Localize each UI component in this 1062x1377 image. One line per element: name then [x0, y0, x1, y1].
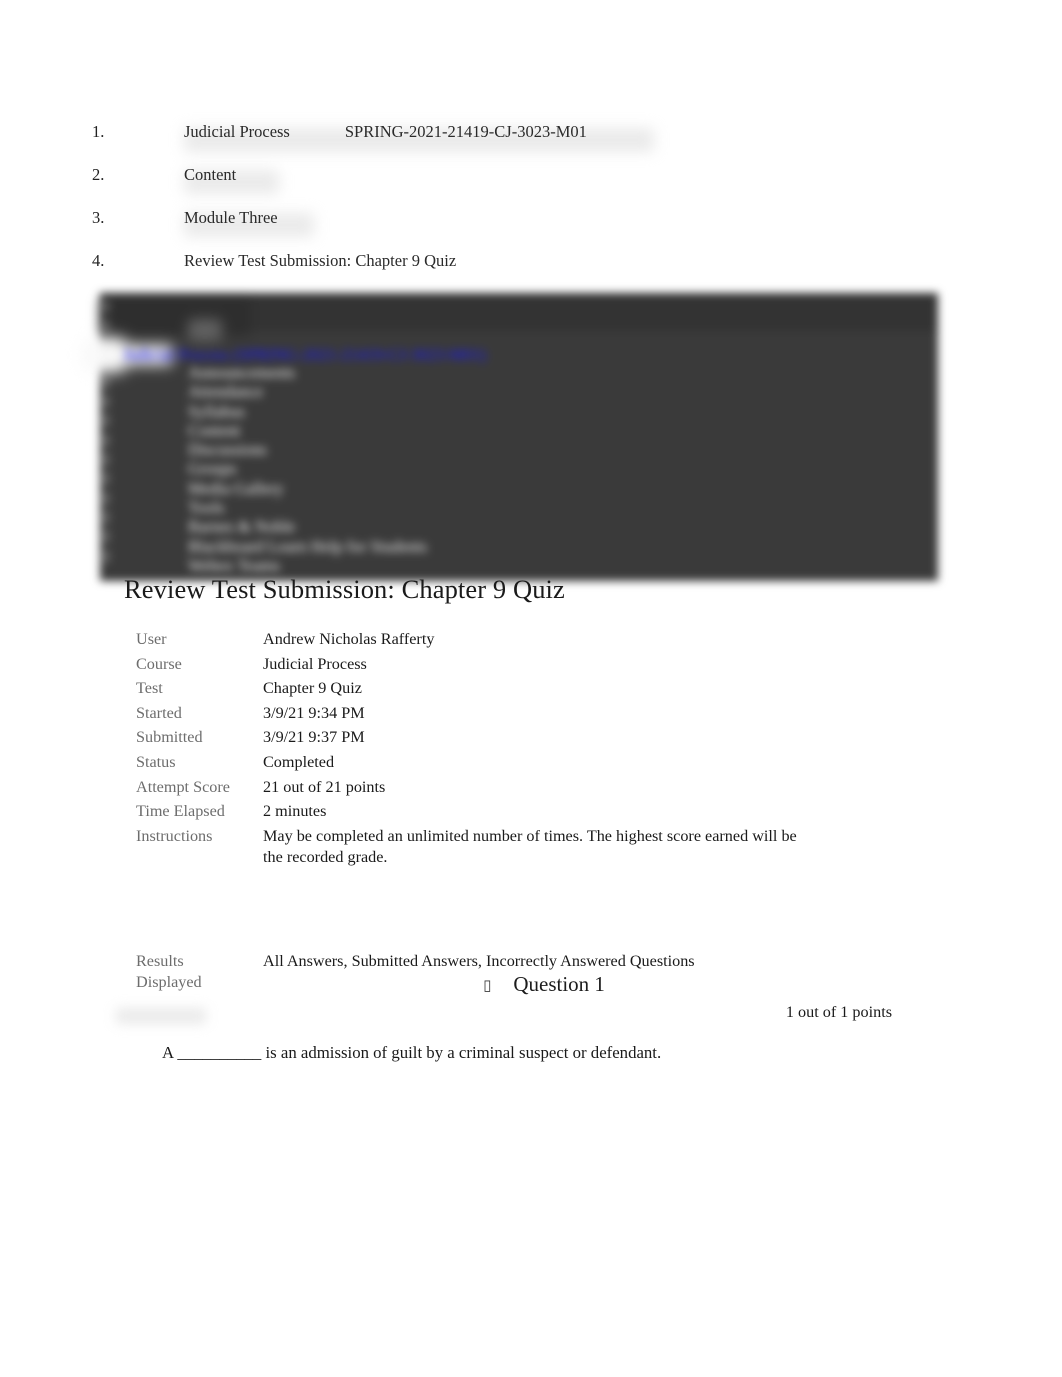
- breadcrumb-label[interactable]: Judicial Process: [184, 122, 290, 143]
- course-menu-list: Announcements Attendance Syllabus Conten…: [188, 363, 427, 575]
- missing-glyph-icon: ▯: [102, 345, 110, 362]
- breadcrumb-item[interactable]: 3. Module Three: [92, 208, 792, 251]
- nav-item-syllabus[interactable]: Syllabus: [188, 402, 427, 421]
- breadcrumb-course-code: SPRING-2021-21419-CJ-3023-M01: [344, 122, 587, 141]
- breadcrumb-number: 4.: [92, 251, 105, 270]
- detail-row-time-elapsed: Time Elapsed 2 minutes: [136, 801, 926, 822]
- detail-label: User: [136, 630, 167, 648]
- nav-item-tools[interactable]: Tools: [188, 498, 427, 517]
- missing-glyph-icon: ▯: [102, 508, 110, 525]
- course-logo-icon: [188, 319, 222, 341]
- breadcrumb-label[interactable]: Review Test Submission: Chapter 9 Quiz: [184, 251, 456, 272]
- detail-value: Judicial Process: [263, 654, 367, 673]
- breadcrumb-body: Content: [184, 165, 279, 194]
- detail-value: Chapter 9 Quiz: [263, 679, 362, 698]
- nav-item-webex-teams[interactable]: Webex Teams: [188, 556, 427, 575]
- detail-value: Andrew Nicholas Rafferty: [263, 630, 435, 648]
- detail-row-instructions: Instructions May be completed an unlimit…: [136, 826, 926, 868]
- detail-label: Time Elapsed: [136, 802, 225, 821]
- breadcrumb-number: 3.: [92, 208, 105, 227]
- nav-item-media-gallery[interactable]: Media Gallery: [188, 479, 427, 498]
- breadcrumb-item[interactable]: 4. Review Test Submission: Chapter 9 Qui…: [92, 251, 792, 294]
- detail-label: Started: [136, 703, 182, 722]
- instructions-text: May be completed an unlimited number of …: [263, 826, 797, 866]
- course-menu-panel[interactable]: ▯ ▯ ▯ ▯ ▯ ▯ ▯ ▯ ▯ ▯ ▯ ▯ ▯ Judicial Proce…: [84, 293, 938, 581]
- breadcrumb: 1. Judicial Process SPRING-2021-21419-CJ…: [92, 122, 792, 294]
- blur-smudge: [116, 1008, 206, 1024]
- nav-item-barnes-and-noble[interactable]: Barnes & Noble: [188, 517, 427, 536]
- nav-item-blackboard-help[interactable]: Blackboard Learn Help for Students: [188, 537, 427, 556]
- breadcrumb-body: Module Three: [184, 208, 314, 237]
- detail-label: Results: [136, 951, 184, 970]
- detail-value: 3/9/21 9:34 PM: [263, 703, 365, 722]
- detail-row-course: Course Judicial Process: [136, 654, 926, 675]
- nav-header-blob: [100, 299, 250, 335]
- missing-glyph-icon: ▯: [102, 393, 110, 410]
- breadcrumb-number: 2.: [92, 165, 105, 184]
- missing-glyph-icon: ▯: [102, 528, 110, 545]
- missing-glyph-icon: ▯: [102, 547, 110, 564]
- detail-row-test: Test Chapter 9 Quiz: [136, 678, 926, 699]
- detail-label: Instructions: [136, 826, 213, 845]
- question-status-icon: ▯: [483, 976, 492, 994]
- missing-glyph-icon: ▯: [102, 412, 110, 429]
- breadcrumb-number: 1.: [92, 122, 105, 141]
- missing-glyph-icon: ▯: [102, 317, 110, 334]
- breadcrumb-body: Judicial Process SPRING-2021-21419-CJ-30…: [184, 122, 654, 152]
- question-text: A __________ is an admission of guilt by…: [162, 1043, 662, 1062]
- page-title: Review Test Submission: Chapter 9 Quiz: [124, 574, 565, 604]
- question-block: ▯ Question 1 1 out of 1 points A ________…: [116, 972, 926, 1063]
- detail-row-user: User Andrew Nicholas Rafferty: [136, 629, 926, 650]
- breadcrumb-body: Review Test Submission: Chapter 9 Quiz: [184, 251, 456, 272]
- detail-row-attempt-score: Attempt Score 21 out of 21 points: [136, 777, 926, 798]
- course-home-link[interactable]: Judicial Process (SPRING-2021-21419-CJ-3…: [123, 345, 486, 365]
- nav-item-discussions[interactable]: Discussions: [188, 440, 427, 459]
- detail-row-status: Status Completed: [136, 752, 926, 773]
- nav-item-attendance[interactable]: Attendance: [188, 382, 427, 401]
- detail-label: Test: [136, 679, 163, 698]
- missing-glyph-icon: ▯: [102, 451, 110, 468]
- submission-details-table: User Andrew Nicholas Rafferty Course Jud…: [136, 629, 926, 996]
- missing-glyph-icon: ▯: [102, 431, 110, 448]
- nav-item-groups[interactable]: Groups: [188, 459, 427, 478]
- breadcrumb-item[interactable]: 2. Content: [92, 165, 792, 208]
- question-heading-label: Question 1: [513, 972, 605, 996]
- status-badge: Completed: [263, 752, 335, 771]
- nav-item-content[interactable]: Content: [188, 421, 427, 440]
- detail-label: Course: [136, 654, 182, 673]
- detail-value: 21 out of 21 points: [263, 777, 386, 796]
- breadcrumb-label[interactable]: Content: [184, 165, 236, 186]
- detail-label: Submitted: [136, 728, 203, 747]
- detail-row-started: Started 3/9/21 9:34 PM: [136, 703, 926, 724]
- nav-glyph-column: ▯ ▯ ▯ ▯ ▯ ▯ ▯ ▯ ▯ ▯ ▯ ▯ ▯: [94, 297, 118, 566]
- detail-label: Status: [136, 752, 176, 771]
- missing-glyph-icon: ▯: [102, 470, 110, 487]
- results-displayed-value: All Answers, Submitted Answers, Incorrec…: [263, 951, 695, 970]
- missing-glyph-icon: ▯: [102, 373, 110, 390]
- question-heading: ▯ Question 1: [136, 972, 926, 997]
- question-points: 1 out of 1 points: [785, 1003, 892, 1021]
- detail-row-submitted: Submitted 3/9/21 9:37 PM: [136, 727, 926, 748]
- nav-item-announcements[interactable]: Announcements: [188, 363, 427, 382]
- breadcrumb-item[interactable]: 1. Judicial Process SPRING-2021-21419-CJ…: [92, 122, 792, 165]
- detail-label: Attempt Score: [136, 777, 230, 796]
- missing-glyph-icon: ▯: [102, 489, 110, 506]
- detail-value: 3/9/21 9:37 PM: [263, 728, 365, 747]
- breadcrumb-label[interactable]: Module Three: [184, 208, 278, 229]
- missing-glyph-icon: ▯: [102, 298, 110, 314]
- detail-value: 2 minutes: [263, 802, 327, 821]
